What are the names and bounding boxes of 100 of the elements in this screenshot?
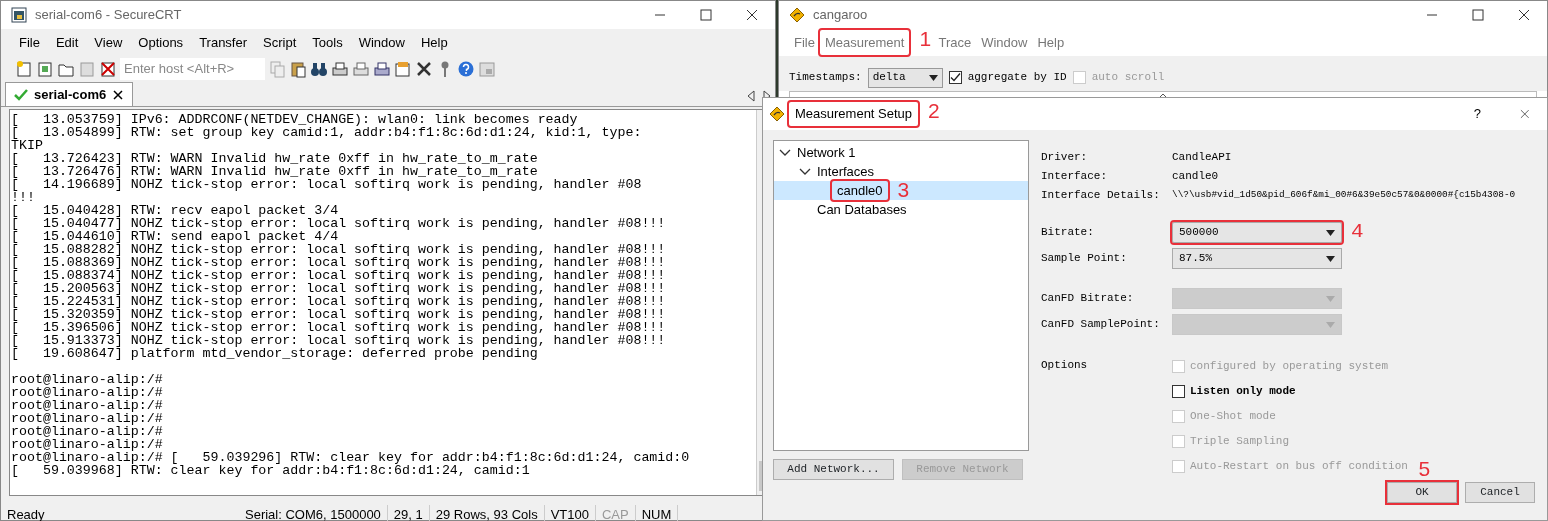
terminal-line: [ 13.054899] RTW: set group key camid:1, addr:b4:f1:8c:6d:d1:24, kid:1, type: [11, 126, 643, 139]
checkbox-label: auto scroll [1091, 70, 1165, 86]
new-session-icon[interactable] [15, 59, 33, 78]
terminal-line: [ 13.726476] RTW: WARN Invalid hw_rate 0xff in hw_rate_to_m_rate [11, 165, 539, 178]
terminal-line: [ 15.224531] NOHZ tick-stop error: local softirq work is pending, handler #08!!! [11, 295, 667, 308]
field-label: Timestamps: [789, 70, 862, 86]
status-text: VT100 [544, 505, 596, 521]
print-icon[interactable] [373, 59, 391, 78]
terminal-line: [ 19.608647] platform mtd_vendor_storage: deferred probe pending [11, 347, 538, 360]
window-title: serial-com6 - SecureCRT [35, 6, 182, 25]
print-icon[interactable] [331, 59, 349, 78]
field-label: Interface: [1041, 169, 1108, 185]
menu-item[interactable]: Help [412, 29, 456, 56]
field-label: Driver: [1041, 150, 1089, 166]
dialog-button[interactable]: Cancel [1465, 482, 1535, 503]
terminal-line: [ 15.200563] NOHZ tick-stop error: local softirq work is pending, handler #08!!! [11, 282, 667, 295]
terminal-line: [ 15.320359] NOHZ tick-stop error: local softirq work is pending, handler #08!!! [11, 308, 667, 321]
tree-item[interactable]: Network 1 [792, 142, 861, 163]
field-label: Interface Details: [1041, 188, 1161, 204]
host-field[interactable]: Enter host <Alt+R> [120, 57, 265, 80]
status-text: 29 Rows, 93 Cols [429, 505, 545, 521]
collapse-chevron-icon[interactable] [798, 166, 812, 177]
app-icon [11, 7, 27, 23]
dialog-button[interactable]: OK [1387, 482, 1457, 503]
menu-item[interactable]: File [789, 29, 820, 56]
dropdown-arrow-icon [928, 74, 938, 81]
dropdown-arrow-icon [1326, 229, 1335, 236]
checkbox-label: aggregate by ID [967, 70, 1067, 86]
terminal-line: root@linaro-alip:/# [11, 386, 164, 399]
terminal-line: [ 15.088282] NOHZ tick-stop error: local softirq work is pending, handler #08!!! [11, 243, 667, 256]
field-value: CandleAPI [1172, 150, 1232, 166]
menu-item[interactable]: Options [130, 29, 192, 56]
dropdown-arrow-icon [1326, 321, 1335, 328]
session-tab[interactable]: serial-com6 [5, 82, 134, 106]
callout-number: 4 [1351, 221, 1364, 242]
dialog-button[interactable]: Add Network... [773, 459, 894, 480]
terminal-line: [ 15.088369] NOHZ tick-stop error: local softirq work is pending, handler #08!!! [11, 256, 667, 269]
terminal-line: [ 15.044610] RTW: send eapol packet 4/4 [11, 230, 340, 243]
terminal-line: [ 14.196689] NOHZ tick-stop error: local softirq work is pending, handler #08 [11, 178, 643, 191]
menu-item[interactable]: Window [350, 29, 413, 56]
callout-number: 5 [1418, 458, 1431, 479]
help-button[interactable]: ? [1473, 104, 1481, 124]
dropdown-arrow-icon [1326, 295, 1335, 302]
field-value: \\?\usb#vid_1d50&pid_606f&mi_00#6&39e50c57&0&0000#{c15b4308-0 [1172, 188, 1516, 203]
terminal-line: !!! [11, 191, 36, 204]
terminal-line: root@linaro-alip:/# [11, 373, 164, 386]
collapse-chevron-icon[interactable] [778, 147, 792, 158]
checkbox[interactable] [948, 71, 962, 84]
menu-item[interactable]: Trace [933, 29, 977, 56]
terminal-line: [ 15.040477] NOHZ tick-stop error: local softirq work is pending, handler #08!!! [11, 217, 667, 230]
field-label: Sample Point: [1041, 251, 1128, 267]
checkbox-label: configured by operating system [1190, 359, 1389, 375]
terminal-line: root@linaro-alip:/# [11, 399, 164, 412]
terminal-line: [ 13.053759] IPv6: ADDRCONF(NETDEV_CHANGE): wlan0: link becomes ready [11, 113, 578, 126]
terminal-line: root@linaro-alip:/# [ 59.039296] RTW: clear key for addr:b4:f1:8c:6d:d1:24, camid:0 [11, 451, 691, 464]
terminal-line: root@linaro-alip:/# [11, 412, 164, 425]
terminal-line: [ 13.726423] RTW: WARN Invalid hw_rate 0xff in hw_rate_to_m_rate [11, 152, 539, 165]
terminal-line: [ 15.913373] NOHZ tick-stop error: local softirq work is pending, handler #08!!! [11, 334, 667, 347]
status-text: CAP [596, 505, 636, 521]
dropdown-arrow-icon [1326, 255, 1335, 262]
callout-number: 3 [897, 178, 910, 200]
checkbox[interactable] [1172, 385, 1185, 398]
logo-icon [769, 106, 785, 122]
terminal-line: root@linaro-alip:/# [11, 438, 164, 451]
field-label: Bitrate: [1041, 225, 1095, 241]
callout-number: 1 [919, 27, 932, 49]
help-icon[interactable] [457, 59, 475, 78]
menu-item[interactable]: Script [255, 29, 305, 56]
terminal-line: [ 15.396506] NOHZ tick-stop error: local softirq work is pending, handler #08!!! [11, 321, 667, 334]
terminal-line: [ 15.040428] RTW: recv eapol packet 3/4 [11, 204, 340, 217]
menu-item[interactable]: File [11, 29, 48, 56]
timestamps-select[interactable]: delta [867, 67, 943, 88]
disconnect-icon[interactable] [99, 59, 117, 78]
menu-item[interactable]: Transfer [191, 29, 256, 56]
checkbox-label: Auto-Restart on bus off condition [1190, 459, 1408, 475]
tree-item[interactable]: Interfaces [812, 161, 880, 182]
terminal-line: root@linaro-alip:/# [11, 425, 164, 438]
logo-icon [789, 7, 805, 23]
checkbox-label: One-Shot mode [1190, 409, 1276, 425]
print-icon[interactable] [352, 59, 370, 78]
checkbox-label: Triple Sampling [1190, 434, 1290, 450]
menu-item[interactable]: Tools [304, 29, 351, 56]
close-icon[interactable] [112, 88, 125, 101]
terminal-line: [ 59.039968] RTW: clear key for addr:b4:f1:8c:6d:d1:24, camid:1 [11, 464, 531, 477]
terminal-line: [ 15.088374] NOHZ tick-stop error: local softirq work is pending, handler #08!!! [11, 269, 667, 282]
menu-item[interactable]: Help [1032, 29, 1070, 56]
field-label: CanFD Bitrate: [1041, 291, 1135, 307]
field-value: candle0 [1172, 169, 1219, 185]
menu-item[interactable]: Edit [47, 29, 87, 56]
section-label: Options [1041, 358, 1089, 373]
menu-item[interactable]: View [86, 29, 131, 56]
status-text: NUM [635, 505, 679, 521]
status-text: 29, 1 [387, 505, 430, 521]
terminal-line: TKIP [11, 139, 44, 152]
paste-icon[interactable] [289, 59, 307, 78]
tree-item[interactable]: Can Databases [812, 199, 912, 220]
dropdown[interactable]: 87.5% [1172, 248, 1342, 269]
status-text: Serial: COM6, 1500000 [239, 505, 388, 521]
menu-item[interactable]: Window [976, 29, 1033, 56]
callout-number: 2 [928, 100, 940, 122]
